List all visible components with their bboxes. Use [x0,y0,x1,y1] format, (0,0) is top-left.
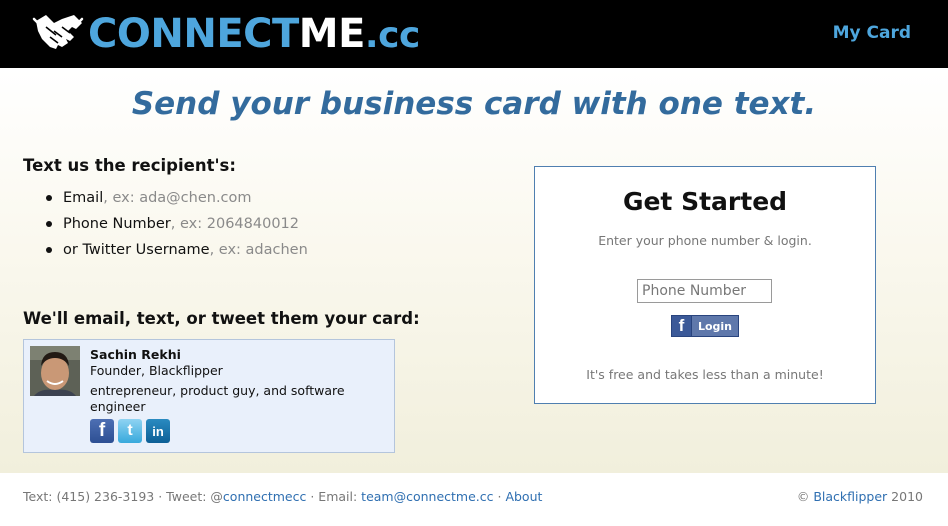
item-example: , ex: ada@chen.com [103,190,252,206]
login-label: Login [697,319,733,333]
about-link[interactable]: About [505,489,542,504]
get-started-subtitle: Enter your phone number & login. [598,233,812,248]
logo-me-text: ME [298,11,366,57]
facebook-icon: f [672,316,692,336]
get-started-panel: Get Started Enter your phone number & lo… [534,166,876,404]
logo-cc-text: .cc [364,15,420,56]
get-started-footnote: It's free and takes less than a minute! [586,367,824,382]
card-name: Sachin Rekhi [90,347,181,362]
twitter-handle-link[interactable]: connectmecc [223,489,306,504]
facebook-icon[interactable]: f [90,419,114,443]
footer-text: · Email: [306,489,362,504]
copyright-year: 2010 [887,489,923,504]
copyright-symbol: © [796,489,814,504]
business-card: Sachin Rekhi Founder, Blackflipper entre… [23,339,395,453]
tagline: Send your business card with one text. [131,86,817,122]
card-heading: We'll email, text, or tweet them your ca… [23,309,420,328]
avatar [30,346,80,396]
footer-copyright: © Blackflipper 2010 [797,489,923,504]
logo[interactable]: CONNECTME.cc [32,11,420,59]
facebook-login-button[interactable]: f Login [671,315,739,337]
footer-text: Text: (415) 236-3193 · Tweet: @ [23,489,223,504]
blackflipper-link[interactable]: Blackflipper [813,489,887,504]
list-item: or Twitter Username, ex: adachen [45,240,308,266]
get-started-title: Get Started [622,187,788,216]
handshake-icon [32,15,84,49]
footer-contact: Text: (415) 236-3193 · Tweet: @connectme… [23,489,542,504]
card-bio: entrepreneur, product guy, and software … [90,383,345,414]
logo-connect-text: CONNECT [88,11,299,57]
my-card-link[interactable]: My Card [833,23,911,43]
list-item: Email, ex: ada@chen.com [45,188,308,214]
item-example: , ex: 2064840012 [170,216,299,232]
linkedin-icon[interactable]: in [146,419,170,443]
recipient-heading: Text us the recipient's: [23,156,236,175]
footer: Text: (415) 236-3193 · Tweet: @connectme… [0,473,948,526]
item-label: Email [63,190,104,206]
recipient-list: Email, ex: ada@chen.com Phone Number, ex… [45,188,308,266]
twitter-icon[interactable]: t [118,419,142,443]
email-link[interactable]: team@connectme.cc [361,489,493,504]
item-label: Phone Number [63,216,171,232]
phone-number-input[interactable] [637,279,772,303]
footer-separator: · [493,489,506,504]
main-content: Send your business card with one text. T… [0,68,948,473]
item-label: or Twitter Username [63,242,210,258]
logo-wordmark: CONNECTME.cc [88,11,420,59]
top-bar: CONNECTME.cc My Card [0,0,948,68]
list-item: Phone Number, ex: 2064840012 [45,214,308,240]
social-links: f t in [90,419,170,443]
card-title: Founder, Blackflipper [90,363,223,378]
item-example: , ex: adachen [209,242,308,258]
